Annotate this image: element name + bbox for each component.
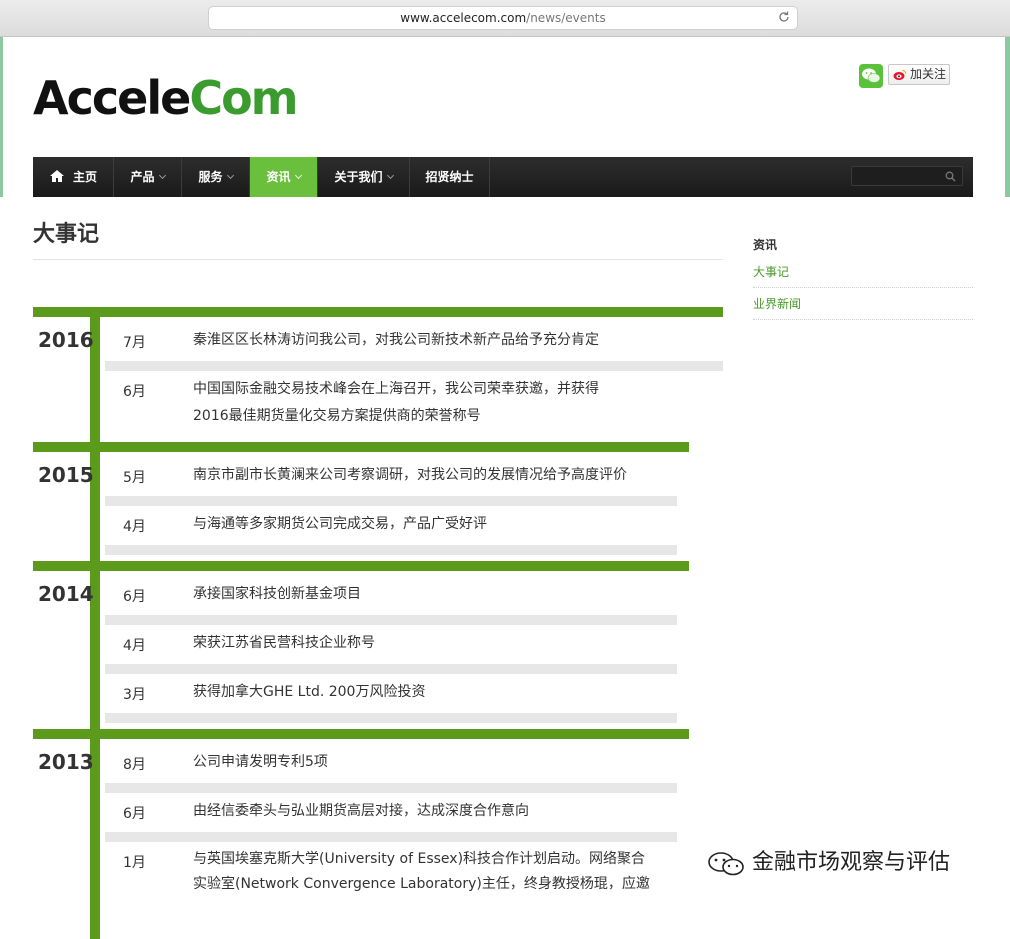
year-label: 2014 [38,582,94,606]
event-month: 4月 [123,519,146,535]
search-icon[interactable] [945,171,956,182]
event-month: 6月 [123,589,146,605]
logo-text-green: Com [189,71,298,125]
sidebar-item-industry-news[interactable]: 业界新闻 [753,288,973,320]
event-text: 荣获江苏省民营科技企业称号 [193,635,375,651]
url-path: /news/events [526,11,606,25]
nav-item-products[interactable]: 产品 [114,157,182,197]
entry-separator [105,496,677,506]
year-bar [33,442,689,452]
year-bar [33,729,689,739]
sidebar-heading: 资讯 [753,238,778,252]
page-edge-left [0,37,3,197]
page-edge-right [1005,37,1010,197]
year-label: 2013 [38,750,94,774]
browser-toolbar: www.accelecom.com/news/events [0,0,1010,37]
event-text: 公司申请发明专利5项 [193,754,328,770]
entry-separator [105,664,677,674]
nav-item-about[interactable]: 关于我们 [318,157,410,197]
event-month: 3月 [123,687,146,703]
nav-item-news[interactable]: 资讯 [250,157,318,197]
nav-label: 招贤纳士 [425,170,474,184]
event-text: 秦淮区区长林涛访问我公司，对我公司新技术新产品给予充分肯定 [193,332,599,348]
entry-separator [105,545,677,555]
event-text: 与海通等多家期货公司完成交易，产品广受好评 [193,516,487,532]
entry-separator [105,615,677,625]
wechat-icon[interactable] [859,64,883,88]
event-month: 7月 [123,335,146,351]
year-bar [33,307,723,317]
nav-item-careers[interactable]: 招贤纳士 [410,157,490,197]
watermark-text: 金融市场观察与评估 [752,850,951,875]
entry-separator [105,832,677,842]
event-month: 6月 [123,806,146,822]
chevron-down-icon [226,171,234,180]
nav-label: 关于我们 [334,170,383,184]
event-month: 8月 [123,757,146,773]
nav-item-home[interactable]: 主页 [33,157,114,197]
wechat-icon [708,852,744,876]
event-month: 4月 [123,638,146,654]
address-bar[interactable]: www.accelecom.com/news/events [208,6,798,30]
entry-separator [105,783,677,793]
follow-label: 加关注 [910,67,947,81]
entry-separator [105,713,677,723]
nav-label: 产品 [130,170,155,184]
chevron-down-icon [294,171,302,180]
event-text: 与英国埃塞克斯大学(University of Essex)科技合作计划启动。网… [193,851,650,892]
nav-label: 主页 [72,170,97,184]
logo-text-dark: Accele [33,71,191,125]
entry-separator [105,361,723,371]
follow-button[interactable]: 加关注 [888,64,950,85]
search-input[interactable] [851,166,963,186]
event-month: 6月 [123,384,146,400]
url-host: www.accelecom.com [400,11,527,25]
event-month: 5月 [123,470,146,486]
web-page: AcceleCom 加关注 主页 产品 服务 资讯 关于我们 招贤纳士 大事记 … [0,37,1010,939]
sidebar: 资讯 大事记 业界新闻 [753,236,973,320]
weibo-icon [893,69,907,80]
event-text: 承接国家科技创新基金项目 [193,586,361,602]
event-text: 获得加拿大GHE Ltd. 200万风险投资 [193,684,426,700]
event-month: 1月 [123,855,146,871]
event-text: 由经信委牵头与弘业期货高层对接，达成深度合作意向 [193,803,529,819]
main-nav: 主页 产品 服务 资讯 关于我们 招贤纳士 [33,157,973,197]
year-label: 2015 [38,463,94,487]
event-text: 中国国际金融交易技术峰会在上海召开，我公司荣幸获邀，并获得 2016最佳期货量化交… [193,381,599,424]
chevron-down-icon [158,171,166,180]
home-icon [49,170,64,182]
reload-icon[interactable] [777,10,791,24]
year-bar [33,561,689,571]
sidebar-item-events[interactable]: 大事记 [753,256,973,288]
nav-label: 资讯 [266,170,291,184]
page-title: 大事记 [33,222,100,247]
nav-label: 服务 [198,170,223,184]
event-text: 南京市副市长黄澜来公司考察调研，对我公司的发展情况给予高度评价 [193,467,627,483]
divider [33,259,723,260]
chevron-down-icon [386,171,394,180]
nav-item-services[interactable]: 服务 [182,157,250,197]
site-logo[interactable]: AcceleCom [33,71,299,125]
year-label: 2016 [38,328,94,352]
